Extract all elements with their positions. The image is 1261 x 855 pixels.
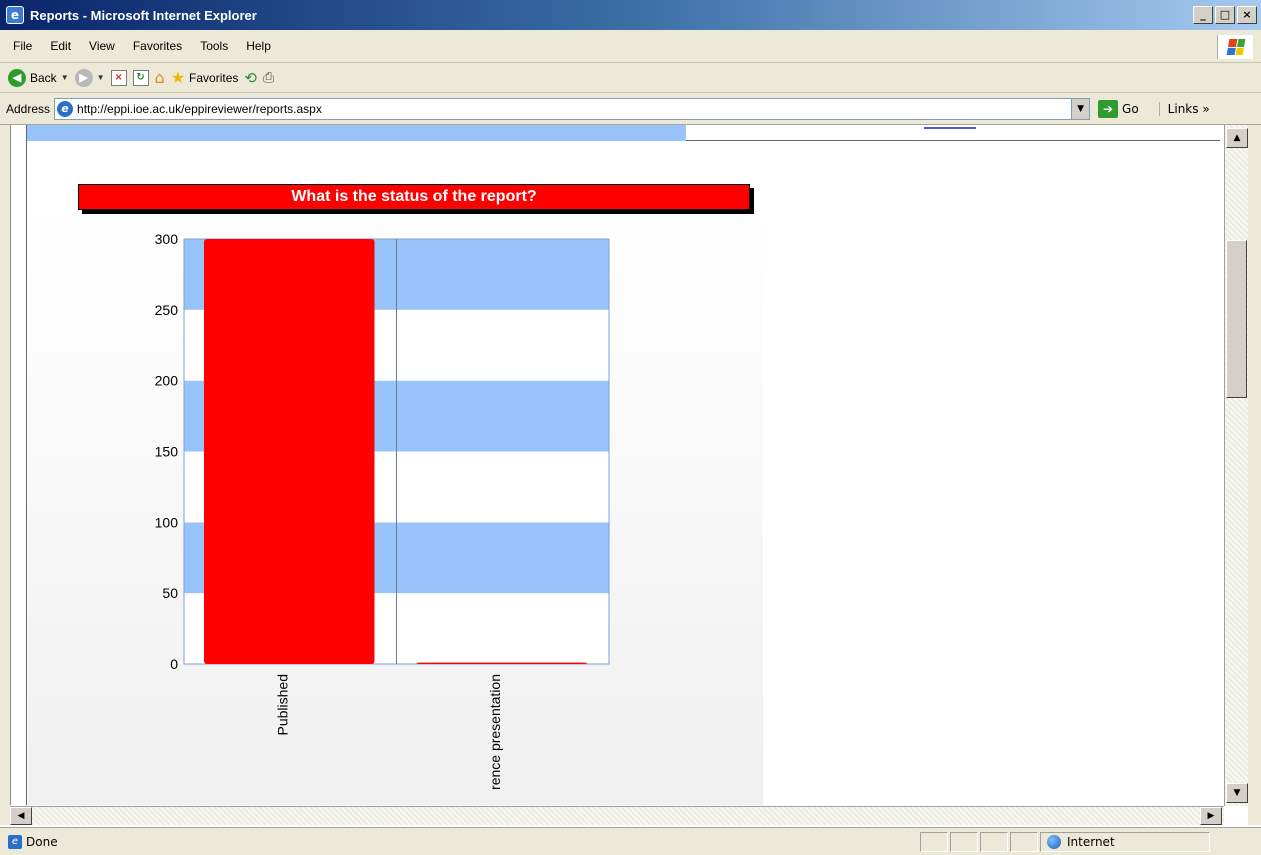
history-icon[interactable]: ⟲ (244, 69, 257, 87)
forward-dropdown-icon[interactable]: ▼ (97, 73, 105, 82)
refresh-icon[interactable]: ↻ (132, 69, 149, 86)
windows-flag-icon (1226, 39, 1245, 55)
left-frame-border (0, 125, 10, 825)
bar-chart: 0 50 100 150 200 250 300 Published rence present… (155, 231, 610, 790)
windows-logo (1217, 35, 1253, 59)
bar (416, 662, 587, 664)
status-message: e Done (0, 834, 920, 849)
bar (204, 239, 375, 664)
page-done-icon: e (8, 834, 22, 849)
scroll-up-button[interactable]: ▲ (1226, 128, 1248, 148)
menu-bar: File Edit View Favorites Tools Help (0, 30, 1261, 63)
address-dropdown-icon[interactable]: ▼ (1071, 98, 1090, 119)
menu-file[interactable]: File (4, 39, 41, 53)
address-url[interactable]: http://eppi.ioe.ac.uk/eppireviewer/repor… (77, 102, 322, 116)
go-button[interactable]: ➔ Go (1098, 99, 1139, 118)
links-label: Links (1167, 101, 1199, 116)
forward-arrow-icon: ▶ (74, 68, 93, 87)
menu-view[interactable]: View (80, 39, 124, 53)
vertical-scroll-thumb[interactable] (1226, 240, 1247, 398)
header-strip (27, 125, 686, 141)
zone-label: Internet (1067, 834, 1115, 849)
menu-edit[interactable]: Edit (41, 39, 80, 53)
page-content: What is the status of the report? 0 50 100… (10, 125, 1224, 805)
y-tick-label: 300 (155, 231, 179, 247)
menu-favorites[interactable]: Favorites (124, 39, 191, 53)
favorites-button[interactable]: ★ Favorites (171, 68, 239, 88)
back-arrow-icon: ◀ (8, 68, 26, 87)
page-icon: e (57, 100, 74, 117)
y-tick-label: 200 (155, 373, 179, 389)
ie-app-icon: e (6, 6, 24, 24)
y-tick-label: 150 (155, 444, 179, 460)
right-frame-border (1248, 125, 1261, 825)
status-pane (920, 831, 948, 852)
forward-button[interactable]: ▶ ▼ (74, 68, 105, 87)
close-button[interactable]: × (1237, 6, 1257, 24)
scroll-right-button[interactable]: ▶ (1200, 807, 1222, 825)
chart-panel: What is the status of the report? 0 50 100… (28, 142, 763, 805)
security-zone[interactable]: Internet (1040, 831, 1210, 852)
maximize-button[interactable]: □ (1215, 6, 1235, 24)
standard-toolbar: ◀ Back ▼ ▶ ▼ × ↻ ⌂ ★ Favorites ⟲ ⎙ (0, 63, 1261, 93)
window-title: Reports - Microsoft Internet Explorer (30, 7, 257, 23)
vertical-scrollbar[interactable]: ▲ ▼ (1224, 125, 1248, 806)
go-label: Go (1122, 101, 1139, 116)
status-bar: e Done Internet (0, 827, 1261, 855)
go-arrow-icon: ➔ (1098, 99, 1119, 118)
favorites-label: Favorites (189, 70, 239, 85)
y-tick-label: 250 (155, 302, 179, 318)
y-tick-label: 100 (155, 514, 179, 530)
window-title-bar[interactable]: e Reports - Microsoft Internet Explorer … (0, 0, 1261, 30)
print-icon[interactable]: ⎙ (263, 70, 274, 86)
menu-tools[interactable]: Tools (191, 39, 237, 53)
minimize-button[interactable]: _ (1193, 6, 1213, 24)
back-label: Back (30, 70, 57, 85)
status-pane (1010, 831, 1038, 852)
status-pane (980, 831, 1008, 852)
x-tick-label: Published (274, 674, 290, 736)
globe-icon (1047, 834, 1061, 849)
stop-icon[interactable]: × (110, 69, 127, 86)
links-button[interactable]: Links » (1158, 101, 1210, 116)
status-pane (950, 831, 978, 852)
left-frame-edge (11, 125, 27, 805)
y-tick-label: 50 (162, 585, 178, 601)
address-bar: Address e http://eppi.ioe.ac.uk/eppirevi… (0, 93, 1261, 125)
status-text: Done (26, 834, 58, 849)
favorites-star-icon: ★ (170, 69, 186, 87)
window-controls: _ □ × (1193, 6, 1257, 24)
back-button[interactable]: ◀ Back ▼ (8, 68, 69, 87)
back-dropdown-icon[interactable]: ▼ (61, 73, 69, 82)
header-link[interactable] (924, 126, 976, 129)
address-label: Address (6, 101, 51, 116)
scroll-left-button[interactable]: ◀ (10, 807, 32, 825)
horizontal-scrollbar[interactable]: ◀ ▶ (10, 806, 1224, 825)
x-tick-label: rence presentation (487, 674, 503, 790)
scroll-down-button[interactable]: ▼ (1226, 783, 1248, 803)
y-tick-label: 0 (170, 656, 178, 672)
home-icon[interactable]: ⌂ (155, 68, 165, 87)
menu-help[interactable]: Help (237, 39, 280, 53)
address-field[interactable]: e http://eppi.ioe.ac.uk/eppireviewer/rep… (54, 97, 1091, 120)
